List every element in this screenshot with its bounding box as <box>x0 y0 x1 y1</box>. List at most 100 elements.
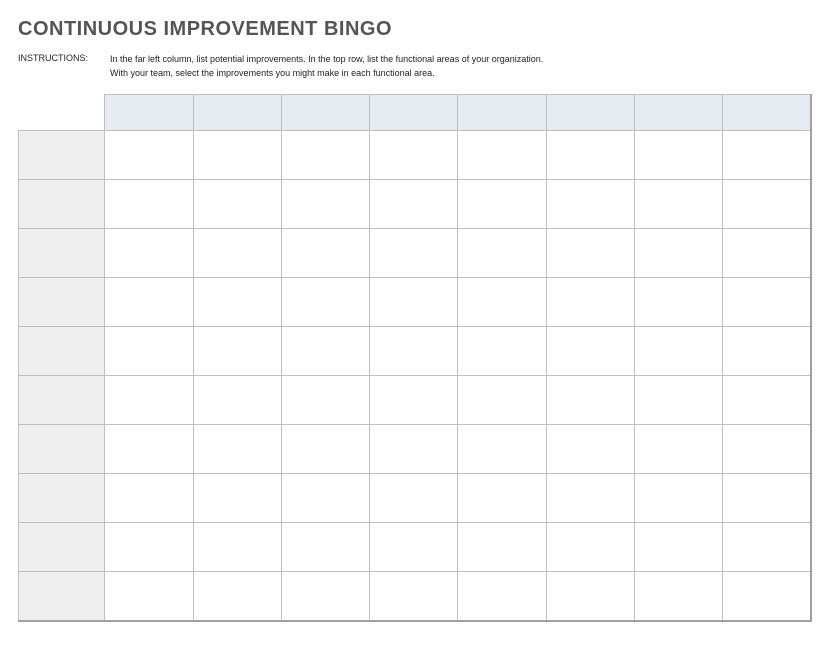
data-cell[interactable] <box>458 131 546 180</box>
data-cell[interactable] <box>546 327 634 376</box>
data-cell[interactable] <box>634 425 722 474</box>
data-cell[interactable] <box>193 278 281 327</box>
data-cell[interactable] <box>281 131 369 180</box>
data-cell[interactable] <box>723 376 811 425</box>
data-cell[interactable] <box>193 229 281 278</box>
data-cell[interactable] <box>370 229 458 278</box>
data-cell[interactable] <box>193 425 281 474</box>
row-header[interactable] <box>19 180 105 229</box>
data-cell[interactable] <box>546 278 634 327</box>
data-cell[interactable] <box>105 131 193 180</box>
data-cell[interactable] <box>370 425 458 474</box>
data-cell[interactable] <box>281 474 369 523</box>
data-cell[interactable] <box>193 180 281 229</box>
data-cell[interactable] <box>458 523 546 572</box>
data-cell[interactable] <box>546 523 634 572</box>
col-header[interactable] <box>105 95 193 131</box>
data-cell[interactable] <box>634 376 722 425</box>
data-cell[interactable] <box>458 572 546 621</box>
data-cell[interactable] <box>634 180 722 229</box>
data-cell[interactable] <box>634 474 722 523</box>
data-cell[interactable] <box>634 131 722 180</box>
data-cell[interactable] <box>105 376 193 425</box>
data-cell[interactable] <box>723 131 811 180</box>
data-cell[interactable] <box>281 180 369 229</box>
data-cell[interactable] <box>193 523 281 572</box>
data-cell[interactable] <box>634 278 722 327</box>
data-cell[interactable] <box>281 572 369 621</box>
data-cell[interactable] <box>193 474 281 523</box>
col-header[interactable] <box>723 95 811 131</box>
col-header[interactable] <box>546 95 634 131</box>
data-cell[interactable] <box>458 229 546 278</box>
data-cell[interactable] <box>723 327 811 376</box>
data-cell[interactable] <box>546 131 634 180</box>
data-cell[interactable] <box>281 229 369 278</box>
row-header[interactable] <box>19 376 105 425</box>
data-cell[interactable] <box>281 523 369 572</box>
data-cell[interactable] <box>723 229 811 278</box>
col-header[interactable] <box>458 95 546 131</box>
data-cell[interactable] <box>281 425 369 474</box>
data-cell[interactable] <box>105 180 193 229</box>
data-cell[interactable] <box>105 229 193 278</box>
data-cell[interactable] <box>105 327 193 376</box>
data-cell[interactable] <box>723 474 811 523</box>
data-cell[interactable] <box>105 474 193 523</box>
data-cell[interactable] <box>546 229 634 278</box>
data-cell[interactable] <box>458 327 546 376</box>
data-cell[interactable] <box>546 572 634 621</box>
data-cell[interactable] <box>723 180 811 229</box>
bingo-grid <box>18 94 812 622</box>
data-cell[interactable] <box>546 474 634 523</box>
col-header[interactable] <box>370 95 458 131</box>
data-cell[interactable] <box>723 523 811 572</box>
data-cell[interactable] <box>281 278 369 327</box>
data-cell[interactable] <box>458 376 546 425</box>
row-header[interactable] <box>19 425 105 474</box>
data-cell[interactable] <box>634 523 722 572</box>
data-cell[interactable] <box>546 180 634 229</box>
data-cell[interactable] <box>105 425 193 474</box>
data-cell[interactable] <box>370 327 458 376</box>
data-cell[interactable] <box>193 327 281 376</box>
data-cell[interactable] <box>105 278 193 327</box>
data-cell[interactable] <box>281 376 369 425</box>
row-header[interactable] <box>19 327 105 376</box>
table-row <box>19 180 812 229</box>
row-header[interactable] <box>19 278 105 327</box>
data-cell[interactable] <box>370 474 458 523</box>
data-cell[interactable] <box>546 425 634 474</box>
data-cell[interactable] <box>723 572 811 621</box>
col-header[interactable] <box>193 95 281 131</box>
data-cell[interactable] <box>634 229 722 278</box>
row-header[interactable] <box>19 131 105 180</box>
data-cell[interactable] <box>458 278 546 327</box>
data-cell[interactable] <box>723 278 811 327</box>
data-cell[interactable] <box>458 474 546 523</box>
data-cell[interactable] <box>546 376 634 425</box>
data-cell[interactable] <box>370 376 458 425</box>
data-cell[interactable] <box>193 572 281 621</box>
data-cell[interactable] <box>370 523 458 572</box>
data-cell[interactable] <box>193 376 281 425</box>
data-cell[interactable] <box>370 180 458 229</box>
data-cell[interactable] <box>723 425 811 474</box>
data-cell[interactable] <box>370 572 458 621</box>
col-header[interactable] <box>281 95 369 131</box>
data-cell[interactable] <box>634 572 722 621</box>
row-header[interactable] <box>19 572 105 621</box>
row-header[interactable] <box>19 523 105 572</box>
data-cell[interactable] <box>370 131 458 180</box>
row-header[interactable] <box>19 474 105 523</box>
row-header[interactable] <box>19 229 105 278</box>
data-cell[interactable] <box>281 327 369 376</box>
data-cell[interactable] <box>105 572 193 621</box>
col-header[interactable] <box>634 95 722 131</box>
data-cell[interactable] <box>370 278 458 327</box>
data-cell[interactable] <box>193 131 281 180</box>
data-cell[interactable] <box>634 327 722 376</box>
data-cell[interactable] <box>458 180 546 229</box>
data-cell[interactable] <box>458 425 546 474</box>
data-cell[interactable] <box>105 523 193 572</box>
